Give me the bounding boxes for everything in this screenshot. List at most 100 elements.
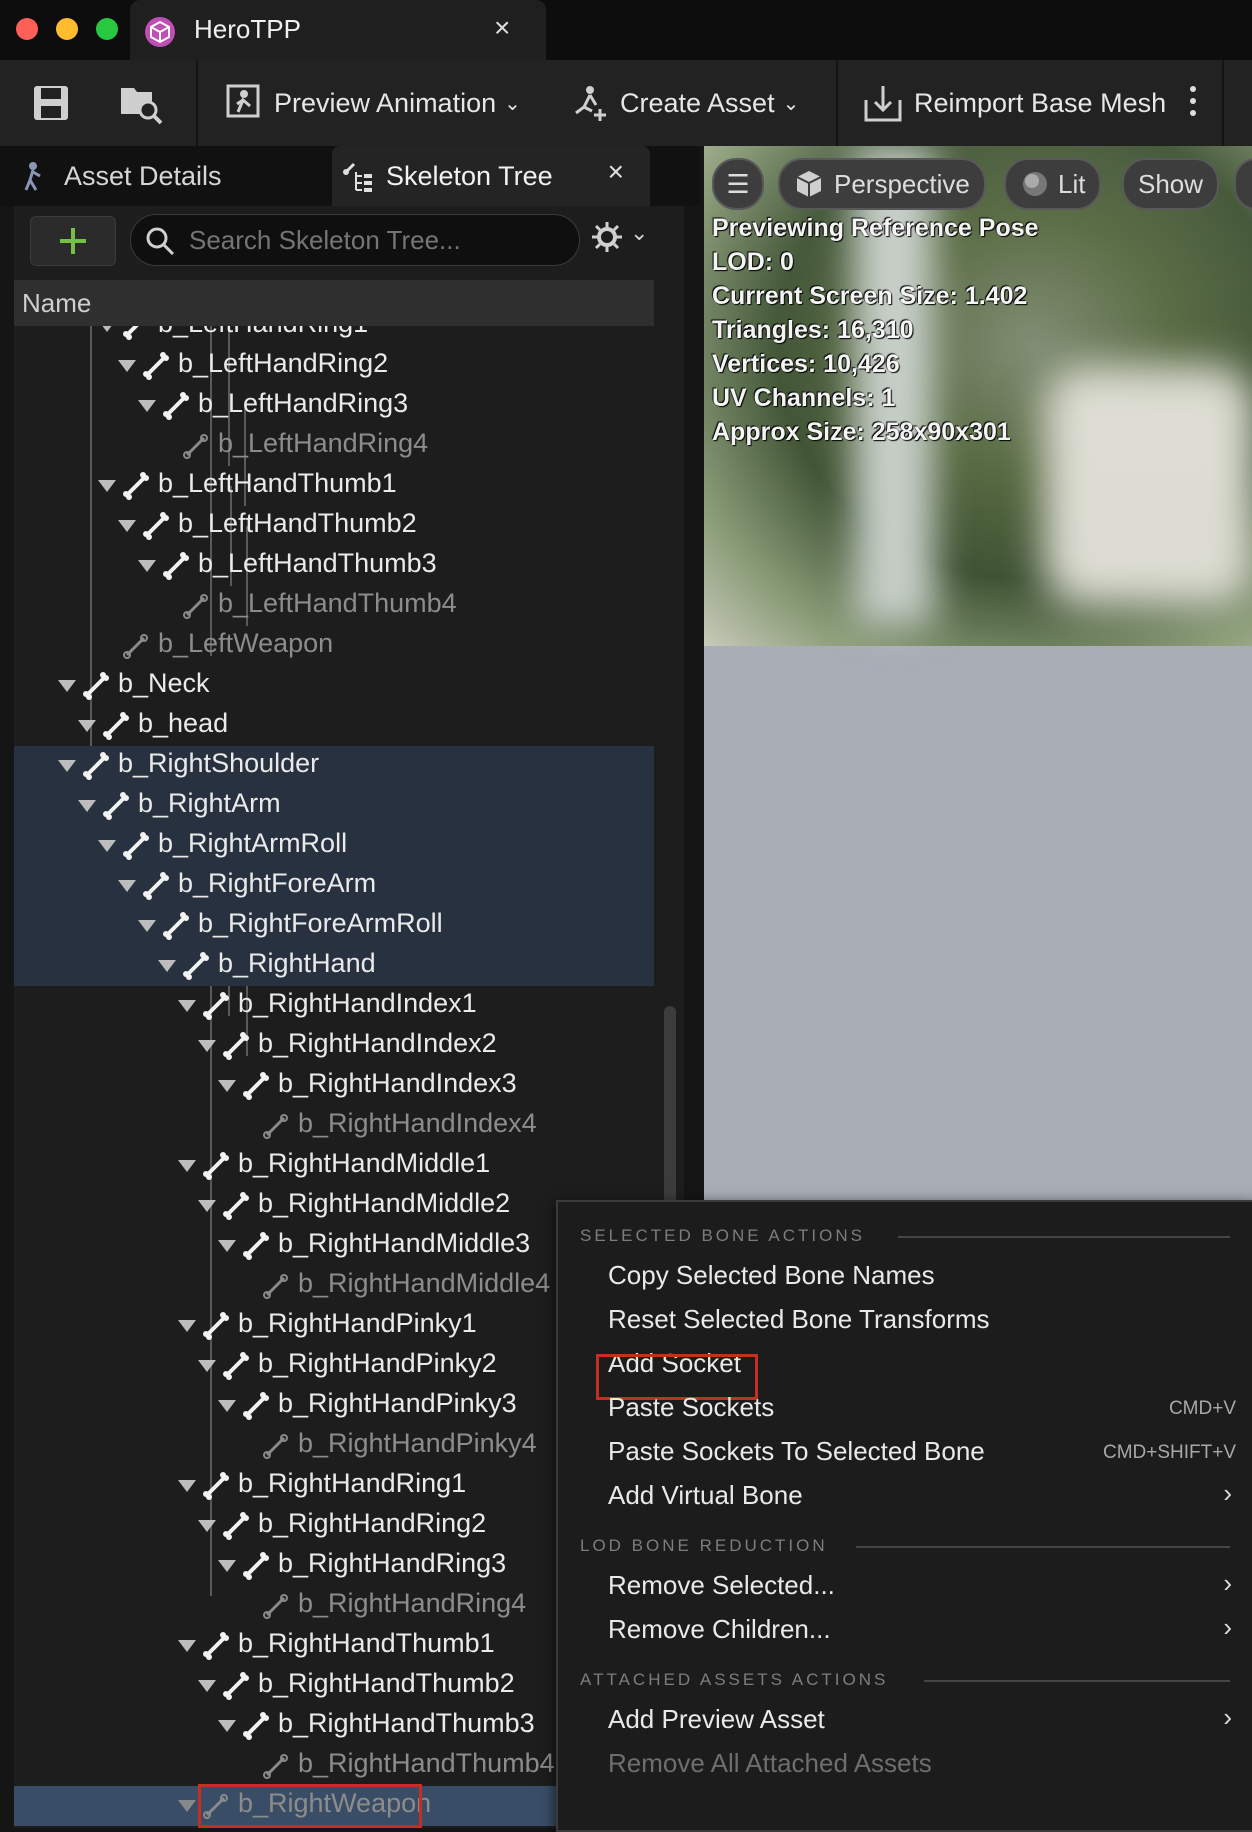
- bone-icon: [123, 326, 139, 340]
- expand-arrow-icon[interactable]: [178, 1480, 196, 1492]
- expand-arrow-icon[interactable]: [118, 880, 136, 892]
- expand-arrow-icon[interactable]: [138, 560, 156, 572]
- expand-arrow-icon[interactable]: [218, 1720, 236, 1732]
- expand-arrow-icon[interactable]: [98, 326, 116, 332]
- bone-context-menu: SELECTED BONE ACTIONS Copy Selected Bone…: [556, 1200, 1252, 1832]
- expand-arrow-icon[interactable]: [98, 840, 116, 852]
- perspective-button[interactable]: Perspective: [778, 158, 986, 210]
- tree-row-b_LeftHandThumb2[interactable]: b_LeftHandThumb2: [14, 506, 654, 546]
- close-window-button[interactable]: [16, 18, 38, 40]
- add-button[interactable]: [30, 216, 116, 266]
- expand-arrow-icon[interactable]: [118, 360, 136, 372]
- tree-row-b_RightForeArm[interactable]: b_RightForeArm: [14, 866, 654, 906]
- tree-row-b_LeftWeapon[interactable]: b_LeftWeapon: [14, 626, 654, 666]
- expand-arrow-icon[interactable]: [98, 480, 116, 492]
- tree-row-b_LeftHandRing2[interactable]: b_LeftHandRing2: [14, 346, 654, 386]
- tree-row-b_RightForeArmRoll[interactable]: b_RightForeArmRoll: [14, 906, 654, 946]
- expand-arrow-icon[interactable]: [218, 1240, 236, 1252]
- bone-label: b_LeftWeapon: [158, 628, 334, 658]
- save-icon[interactable]: [32, 84, 70, 122]
- expand-arrow-icon[interactable]: [138, 400, 156, 412]
- bone-icon: [243, 1712, 269, 1740]
- lit-button[interactable]: Lit: [1004, 158, 1102, 210]
- tree-row-b_LeftHandRing4[interactable]: b_LeftHandRing4: [14, 426, 654, 466]
- show-button[interactable]: Show: [1122, 158, 1220, 210]
- expand-arrow-icon[interactable]: [178, 1320, 196, 1332]
- expand-arrow-icon[interactable]: [58, 760, 76, 772]
- tree-row-b_LeftHandRing3[interactable]: b_LeftHandRing3: [14, 386, 654, 426]
- copy-selected-bone-names-item[interactable]: Copy Selected Bone Names: [608, 1260, 935, 1291]
- expand-arrow-icon[interactable]: [198, 1520, 216, 1532]
- create-asset-button[interactable]: Create Asset ⌄: [570, 80, 799, 126]
- tree-row-b_LeftHandThumb3[interactable]: b_LeftHandThumb3: [14, 546, 654, 586]
- tree-row-b_RightHandIndex1[interactable]: b_RightHandIndex1: [14, 986, 654, 1026]
- asset-editor-tab[interactable]: HeroTPP ×: [130, 0, 546, 60]
- tab-skeleton-tree[interactable]: Skeleton Tree ×: [332, 146, 650, 206]
- bone-icon: [203, 1472, 229, 1500]
- reimport-base-mesh-button[interactable]: Reimport Base Mesh: [862, 80, 1166, 126]
- tree-row-b_RightArmRoll[interactable]: b_RightArmRoll: [14, 826, 654, 866]
- bone-label: b_RightForeArmRoll: [198, 908, 443, 938]
- viewport-info-line: LOD: 0: [712, 248, 794, 276]
- expand-arrow-icon[interactable]: [198, 1040, 216, 1052]
- tab-asset-details[interactable]: Asset Details: [18, 146, 222, 206]
- tree-row-b_LeftHandThumb1[interactable]: b_LeftHandThumb1: [14, 466, 654, 506]
- expand-arrow-icon[interactable]: [158, 960, 176, 972]
- expand-arrow-icon[interactable]: [218, 1080, 236, 1092]
- name-column-header[interactable]: Name: [14, 280, 654, 326]
- tree-row-b_Neck[interactable]: b_Neck: [14, 666, 654, 706]
- expand-arrow-icon[interactable]: [118, 520, 136, 532]
- close-tab-button[interactable]: ×: [608, 156, 624, 188]
- paste-sockets-item[interactable]: Paste Sockets: [608, 1392, 774, 1423]
- remove-all-attached-assets-item[interactable]: Remove All Attached Assets: [608, 1748, 932, 1779]
- bone-icon: [143, 352, 169, 380]
- tree-row-b_RightHandIndex4[interactable]: b_RightHandIndex4: [14, 1106, 654, 1146]
- maximize-window-button[interactable]: [96, 18, 118, 40]
- more-options-icon[interactable]: [1190, 86, 1196, 116]
- add-preview-asset-item[interactable]: Add Preview Asset: [608, 1704, 825, 1735]
- expand-arrow-icon[interactable]: [138, 920, 156, 932]
- expand-arrow-icon[interactable]: [58, 680, 76, 692]
- tree-row-b_LeftHandThumb4[interactable]: b_LeftHandThumb4: [14, 586, 654, 626]
- viewport-menu-button[interactable]: ☰: [712, 158, 764, 210]
- close-tab-button[interactable]: ×: [494, 12, 510, 44]
- bone-label: b_RightHandRing4: [298, 1588, 527, 1618]
- remove-selected-item[interactable]: Remove Selected...: [608, 1570, 835, 1601]
- expand-arrow-icon[interactable]: [78, 720, 96, 732]
- tree-row-b_RightHandMiddle1[interactable]: b_RightHandMiddle1: [14, 1146, 654, 1186]
- expand-arrow-icon[interactable]: [218, 1560, 236, 1572]
- bone-icon: [223, 1192, 249, 1220]
- tree-row-b_RightHandIndex3[interactable]: b_RightHandIndex3: [14, 1066, 654, 1106]
- search-input[interactable]: [187, 223, 561, 257]
- tree-row-b_RightArm[interactable]: b_RightArm: [14, 786, 654, 826]
- settings-dropdown[interactable]: ⌄: [590, 220, 648, 259]
- expand-arrow-icon[interactable]: [178, 1640, 196, 1652]
- add-virtual-bone-item[interactable]: Add Virtual Bone: [608, 1480, 803, 1511]
- expand-arrow-icon[interactable]: [178, 1800, 196, 1812]
- expand-arrow-icon[interactable]: [178, 1160, 196, 1172]
- expand-arrow-icon[interactable]: [198, 1200, 216, 1212]
- reset-selected-bone-transforms-item[interactable]: Reset Selected Bone Transforms: [608, 1304, 990, 1335]
- expand-arrow-icon[interactable]: [78, 800, 96, 812]
- chevron-right-icon: ›: [1223, 1478, 1232, 1508]
- tree-row-b_head[interactable]: b_head: [14, 706, 654, 746]
- bone-label: b_RightHandMiddle1: [238, 1148, 491, 1178]
- tree-row-b_RightShoulder[interactable]: b_RightShoulder: [14, 746, 654, 786]
- bone-icon: [203, 992, 229, 1020]
- minimize-window-button[interactable]: [56, 18, 78, 40]
- bone-icon: [223, 1352, 249, 1380]
- paste-sockets-to-bone-item[interactable]: Paste Sockets To Selected Bone: [608, 1436, 985, 1467]
- browse-asset-icon[interactable]: [118, 80, 164, 126]
- bone-icon: [243, 1232, 269, 1260]
- expand-arrow-icon[interactable]: [198, 1680, 216, 1692]
- tree-row-b_LeftHandRing1[interactable]: b_LeftHandRing1: [14, 326, 654, 346]
- expand-arrow-icon[interactable]: [178, 1000, 196, 1012]
- remove-children-item[interactable]: Remove Children...: [608, 1614, 831, 1645]
- tree-row-b_RightHandIndex2[interactable]: b_RightHandIndex2: [14, 1026, 654, 1066]
- expand-arrow-icon[interactable]: [198, 1360, 216, 1372]
- bone-label: b_RightHandPinky1: [238, 1308, 477, 1338]
- bone-label: b_RightHandMiddle2: [258, 1188, 511, 1218]
- tree-row-b_RightHand[interactable]: b_RightHand: [14, 946, 654, 986]
- expand-arrow-icon[interactable]: [218, 1400, 236, 1412]
- preview-animation-button[interactable]: Preview Animation ⌄: [226, 80, 521, 126]
